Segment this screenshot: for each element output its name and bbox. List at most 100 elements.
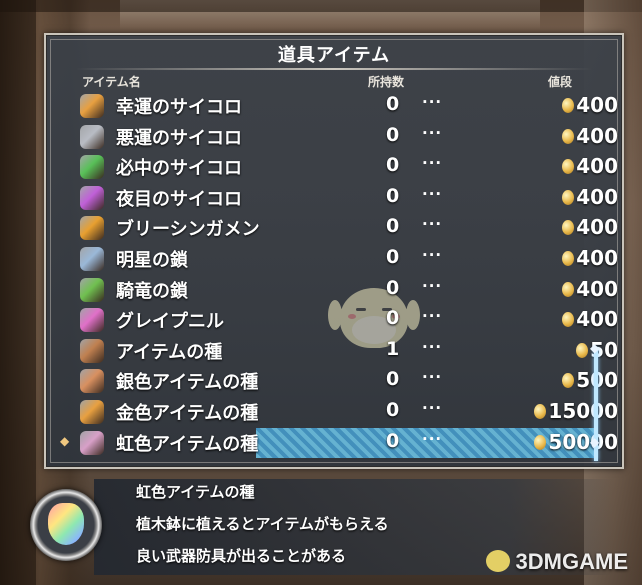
- item-price: 15000: [534, 399, 618, 423]
- item-name: 明星の鎖: [116, 250, 188, 271]
- rainbow-seed-icon: [30, 489, 102, 561]
- item-quantity: 0: [386, 215, 400, 238]
- coin-icon: [562, 373, 575, 389]
- column-header-price: 値段: [548, 75, 573, 89]
- item-name: 幸運のサイコロ: [116, 97, 242, 118]
- item-price-value: 400: [576, 215, 618, 240]
- rainbow-seed-icon: [80, 430, 104, 455]
- row-separator: ···: [422, 337, 443, 356]
- item-price-value: 400: [576, 154, 618, 179]
- item-price: 50000: [534, 430, 618, 454]
- silver-chain-icon: [80, 247, 104, 271]
- row-separator: ···: [422, 154, 443, 173]
- item-row[interactable]: 明星の鎖 0 ··· 400: [76, 244, 618, 274]
- item-row[interactable]: アイテムの種 1 ··· 50: [76, 336, 618, 366]
- item-price-value: 400: [576, 307, 618, 332]
- item-quantity: 0: [386, 429, 400, 452]
- description-title: 虹色アイテムの種: [136, 483, 255, 501]
- coin-icon: [562, 128, 575, 144]
- item-row[interactable]: 騎竜の鎖 0 ··· 400: [76, 275, 618, 305]
- item-name: 悪運のサイコロ: [116, 127, 242, 149]
- watermark-text: 3DMGAME: [515, 549, 628, 574]
- item-quantity: 0: [386, 399, 400, 421]
- item-quantity: 1: [386, 337, 400, 360]
- item-price-value: 15000: [548, 399, 618, 423]
- gray-dice-icon: [80, 124, 104, 149]
- item-shop-panel: 道具アイテム アイテム名 所持数 値段 幸運のサイコロ 0 ··· 400 悪運のサイコ…: [44, 33, 624, 469]
- item-name: 騎竜の鎖: [116, 280, 188, 302]
- item-quantity: 0: [386, 307, 400, 330]
- coin-icon: [562, 159, 575, 175]
- item-row[interactable]: 銀色アイテムの種 0 ··· 500: [76, 366, 618, 396]
- item-quantity: 0: [386, 246, 400, 268]
- item-row[interactable]: 必中のサイコロ 0 ··· 400: [76, 152, 618, 182]
- item-name: 銀色アイテムの種: [116, 372, 259, 394]
- item-row[interactable]: 悪運のサイコロ 0 ··· 400: [76, 122, 618, 152]
- item-row[interactable]: グレイプニル 0 ··· 400: [76, 305, 618, 335]
- item-name: 必中のサイコロ: [116, 158, 242, 180]
- item-price: 400: [562, 124, 618, 148]
- item-price: 400: [562, 277, 618, 301]
- row-separator: ···: [422, 123, 443, 142]
- item-name: アイテムの種: [116, 341, 223, 363]
- row-separator: ···: [422, 429, 443, 448]
- scroll-down-icon[interactable]: ◆: [590, 435, 599, 449]
- green-dice-icon: [80, 155, 104, 180]
- item-price-value: 400: [576, 123, 618, 148]
- coin-icon: [562, 281, 575, 297]
- coin-icon: [562, 189, 575, 205]
- item-name: 虹色アイテムの種: [116, 433, 259, 455]
- item-quantity: 0: [386, 93, 400, 115]
- selection-cursor-icon: ◆: [60, 434, 70, 448]
- row-separator: ···: [422, 276, 443, 295]
- item-price: 400: [562, 185, 618, 209]
- column-header-name: アイテム名: [82, 75, 141, 89]
- row-separator: ···: [422, 246, 443, 264]
- gold-seed-icon: [80, 400, 104, 424]
- gold-necklace-icon: [80, 216, 104, 241]
- description-line-1: 植木鉢に植えるとアイテムがもらえる: [136, 515, 389, 533]
- purple-dice-icon: [80, 185, 104, 210]
- coin-icon: [562, 251, 575, 266]
- row-separator: ···: [422, 93, 443, 111]
- item-price-value: 400: [576, 184, 618, 209]
- item-price-value: 400: [576, 276, 618, 301]
- background-beam: [0, 0, 642, 12]
- item-row[interactable]: 夜目のサイコロ 0 ··· 400: [76, 183, 618, 213]
- item-price: 400: [562, 215, 618, 239]
- coin-icon: [562, 312, 575, 328]
- title-divider: [76, 68, 592, 70]
- item-quantity: 0: [386, 154, 400, 177]
- item-row[interactable]: 金色アイテムの種 0 ··· 15000: [76, 397, 618, 427]
- column-header-owned: 所持数: [368, 75, 405, 89]
- row-separator: ···: [422, 368, 443, 387]
- panel-title: 道具アイテム: [277, 45, 391, 66]
- coin-icon: [534, 404, 547, 419]
- item-row[interactable]: 虹色アイテムの種 0 ··· 50000: [76, 428, 618, 458]
- item-name: ブリーシンガメン: [116, 219, 260, 241]
- item-price: 400: [562, 93, 618, 117]
- item-price-value: 50000: [548, 429, 618, 454]
- item-price: 400: [562, 154, 618, 178]
- coin-icon: [534, 434, 547, 450]
- row-separator: ···: [422, 307, 443, 326]
- item-quantity: 0: [386, 368, 400, 391]
- coin-icon: [562, 98, 575, 113]
- row-separator: ···: [422, 399, 443, 417]
- item-price-value: 400: [576, 246, 618, 270]
- site-watermark: 3DMGAME: [485, 549, 628, 575]
- pink-chain-icon: [80, 308, 104, 333]
- green-chain-icon: [80, 277, 104, 302]
- orange-dice-icon: [80, 94, 104, 118]
- item-price: 500: [562, 368, 618, 392]
- item-row[interactable]: 幸運のサイコロ 0 ··· 400: [76, 91, 618, 121]
- item-quantity: 0: [386, 276, 400, 299]
- item-price: 400: [562, 246, 618, 270]
- coin-icon: [562, 220, 575, 236]
- coin-icon: [576, 342, 589, 358]
- row-separator: ···: [422, 215, 443, 234]
- item-row[interactable]: ブリーシンガメン 0 ··· 400: [76, 213, 618, 243]
- silver-seed-icon: [80, 369, 104, 394]
- scroll-up-icon[interactable]: ◆: [590, 341, 599, 355]
- item-price: 400: [562, 307, 618, 331]
